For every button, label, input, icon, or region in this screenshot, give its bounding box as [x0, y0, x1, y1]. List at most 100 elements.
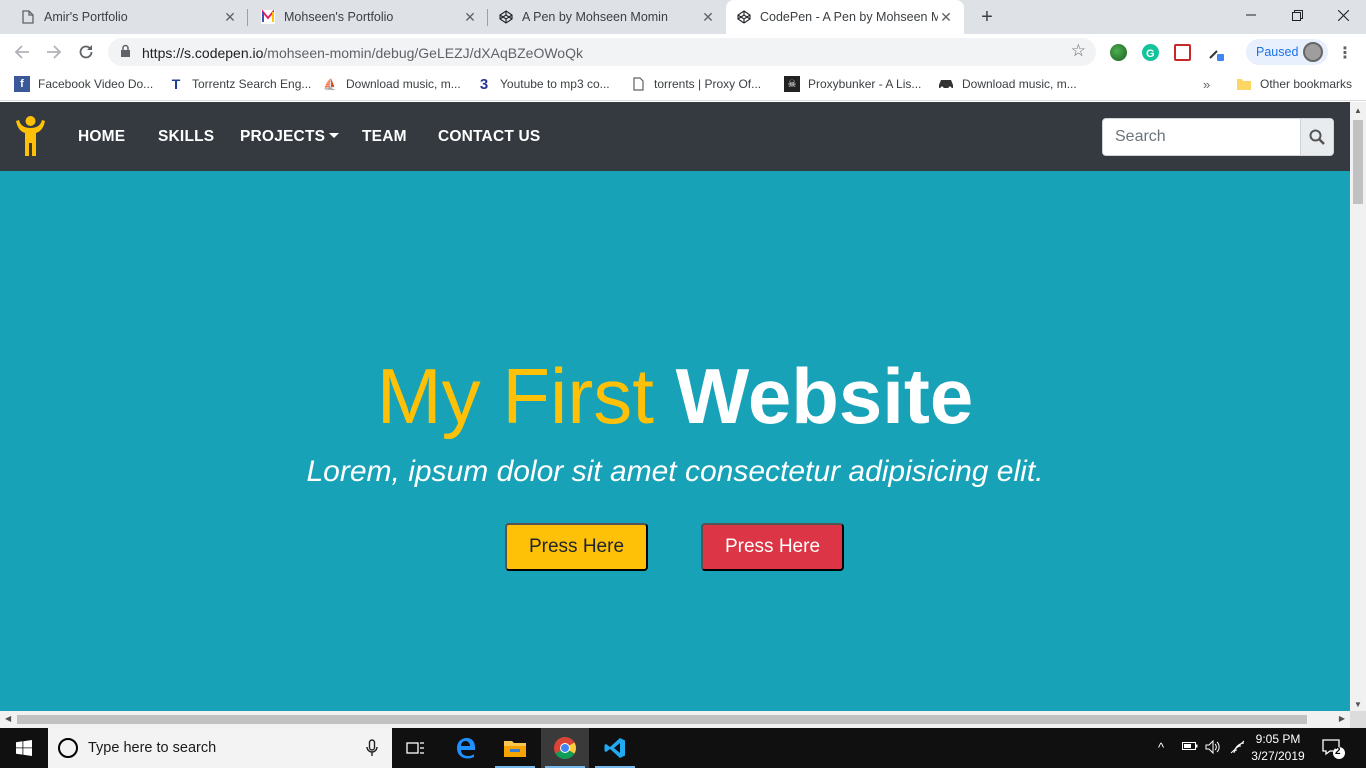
bookmark-item[interactable]: torrents | Proxy Of...	[630, 76, 761, 92]
close-tab-icon[interactable]: ✕	[700, 9, 716, 25]
bookmarks-overflow-chevron[interactable]: »	[1203, 77, 1210, 92]
browser-toolbar: https://s.codepen.io/mohseen-momin/debug…	[0, 34, 1366, 70]
profile-status-label: Paused	[1256, 45, 1299, 59]
bookmark-item[interactable]: ⛵ Download music, m...	[322, 76, 461, 92]
press-here-red-button[interactable]: Press Here	[701, 523, 844, 571]
chrome-taskbar-icon[interactable]	[541, 728, 589, 768]
vertical-scrollbar[interactable]: ▲ ▼	[1350, 102, 1366, 711]
scroll-up-icon[interactable]: ▲	[1354, 106, 1362, 115]
person-logo-icon[interactable]	[14, 115, 47, 162]
nav-home[interactable]: HOME	[78, 128, 125, 146]
edge-browser-icon[interactable]	[442, 728, 490, 768]
codepen-icon	[498, 9, 514, 25]
site-search-form	[1102, 118, 1334, 156]
other-bookmarks-label: Other bookmarks	[1260, 77, 1353, 91]
bookmark-item[interactable]: Download music, m...	[938, 76, 1077, 92]
restore-icon[interactable]	[1274, 0, 1320, 30]
clock-date: 3/27/2019	[1251, 749, 1305, 763]
bookmark-item[interactable]: 3 Youtube to mp3 co...	[476, 75, 610, 93]
bookmark-label: torrents | Proxy Of...	[654, 77, 762, 91]
taskbar-search-box[interactable]: Type here to search	[48, 728, 392, 768]
bookmark-label: Facebook Video Do...	[38, 77, 154, 91]
action-center-icon[interactable]: 2	[1322, 738, 1346, 765]
minimize-icon[interactable]	[1228, 0, 1274, 30]
hero-title-bold: Website	[675, 352, 974, 440]
folder-icon	[1236, 76, 1252, 92]
bookmark-item[interactable]: f Facebook Video Do...	[14, 76, 153, 92]
tab-title: CodePen - A Pen by Mohseen Mo	[760, 10, 938, 24]
scroll-down-icon[interactable]: ▼	[1354, 700, 1362, 709]
horizontal-scroll-thumb[interactable]	[17, 715, 1307, 724]
hero-title-light: My First	[376, 352, 654, 440]
bookmark-label: Download music, m...	[962, 77, 1077, 91]
menu-kebab-icon[interactable]: ⋮	[1337, 43, 1353, 63]
page-icon	[630, 76, 646, 92]
bookmark-item[interactable]: ☠ Proxybunker - A Lis...	[784, 76, 921, 92]
bookmark-label: Youtube to mp3 co...	[500, 77, 610, 91]
grammarly-icon[interactable]: G	[1142, 44, 1159, 61]
document-icon	[20, 9, 36, 25]
vscode-icon[interactable]	[591, 728, 639, 768]
close-tab-icon[interactable]: ✕	[938, 9, 954, 25]
tab-title: Mohseen's Portfolio	[284, 10, 394, 24]
close-tab-icon[interactable]: ✕	[222, 9, 238, 25]
nav-contact-us[interactable]: CONTACT US	[438, 128, 540, 146]
extension-globe-icon[interactable]	[1110, 44, 1127, 61]
bookmark-label: Proxybunker - A Lis...	[808, 77, 922, 91]
site-search-input[interactable]	[1103, 119, 1301, 155]
back-arrow-icon[interactable]	[10, 40, 34, 64]
press-here-yellow-button[interactable]: Press Here	[505, 523, 648, 571]
nav-projects-dropdown[interactable]: PROJECTS	[240, 128, 340, 146]
number-3-icon: 3	[479, 75, 489, 93]
volume-icon[interactable]	[1205, 739, 1221, 757]
bookmark-label: Download music, m...	[346, 77, 461, 91]
clock-time: 9:05 PM	[1255, 732, 1301, 746]
wifi-icon[interactable]	[1230, 740, 1246, 757]
pocket-extension-icon[interactable]	[1174, 44, 1191, 61]
task-view-icon[interactable]	[392, 728, 440, 768]
url-path: /mohseen-momin/debug/GeLEZJ/dXAqBZeOWoQk	[263, 45, 583, 61]
site-search-button[interactable]	[1300, 119, 1333, 155]
horizontal-scrollbar[interactable]: ◀ ▶	[0, 711, 1350, 728]
file-explorer-icon[interactable]	[491, 728, 539, 768]
hero-title: My First Website	[0, 351, 1350, 441]
tab-strip: Amir's Portfolio ✕ Mohseen's Portfolio ✕…	[0, 0, 1366, 34]
nav-team[interactable]: TEAM	[362, 128, 407, 146]
forward-arrow-icon[interactable]	[42, 40, 66, 64]
vertical-scroll-thumb[interactable]	[1353, 120, 1363, 204]
scroll-left-icon[interactable]: ◀	[5, 714, 11, 723]
bookmark-item[interactable]: T Torrentz Search Eng...	[168, 76, 312, 92]
close-window-icon[interactable]	[1320, 0, 1366, 30]
windows-taskbar: Type here to search ^ 9:05 PM 3/27/2019 …	[0, 728, 1366, 768]
microphone-icon[interactable]	[366, 739, 378, 762]
hero-subtitle: Lorem, ipsum dolor sit amet consectetur …	[306, 455, 1044, 488]
new-tab-icon[interactable]: +	[976, 6, 998, 28]
other-bookmarks-folder[interactable]: Other bookmarks	[1236, 76, 1352, 92]
taskbar-search-placeholder: Type here to search	[88, 740, 217, 756]
battery-icon[interactable]	[1182, 740, 1198, 755]
profile-paused-button[interactable]: Paused	[1246, 39, 1328, 65]
close-tab-icon[interactable]: ✕	[462, 9, 478, 25]
hero-section: My First Website Lorem, ipsum dolor sit …	[0, 171, 1350, 711]
scroll-right-icon[interactable]: ▶	[1339, 714, 1345, 723]
bookmark-star-icon[interactable]: ☆	[1071, 41, 1086, 61]
reload-icon[interactable]	[74, 40, 98, 64]
nav-skills[interactable]: SKILLS	[158, 128, 214, 146]
bookmark-label: Torrentz Search Eng...	[192, 77, 312, 91]
system-clock[interactable]: 9:05 PM 3/27/2019	[1246, 731, 1310, 765]
tab-codepen-active[interactable]: CodePen - A Pen by Mohseen Mo ✕	[726, 0, 964, 34]
tray-chevron-up-icon[interactable]: ^	[1158, 740, 1164, 755]
url-text: https://s.codepen.io/mohseen-momin/debug…	[142, 45, 583, 61]
eyedropper-extension-icon[interactable]	[1208, 44, 1225, 61]
windows-start-icon[interactable]	[0, 728, 48, 768]
tab-mohseens-portfolio[interactable]: Mohseen's Portfolio ✕	[248, 0, 488, 34]
tab-title: A Pen by Mohseen Momin	[522, 10, 668, 24]
car-icon	[938, 76, 954, 92]
pirate-icon: ☠	[784, 76, 800, 92]
tab-a-pen[interactable]: A Pen by Mohseen Momin ✕	[488, 0, 726, 34]
tab-amirs-portfolio[interactable]: Amir's Portfolio ✕	[0, 0, 248, 34]
avatar	[1303, 42, 1323, 62]
bookmarks-bar: f Facebook Video Do... T Torrentz Search…	[0, 70, 1366, 101]
facebook-icon: f	[14, 76, 30, 92]
address-bar[interactable]: https://s.codepen.io/mohseen-momin/debug…	[108, 38, 1096, 66]
